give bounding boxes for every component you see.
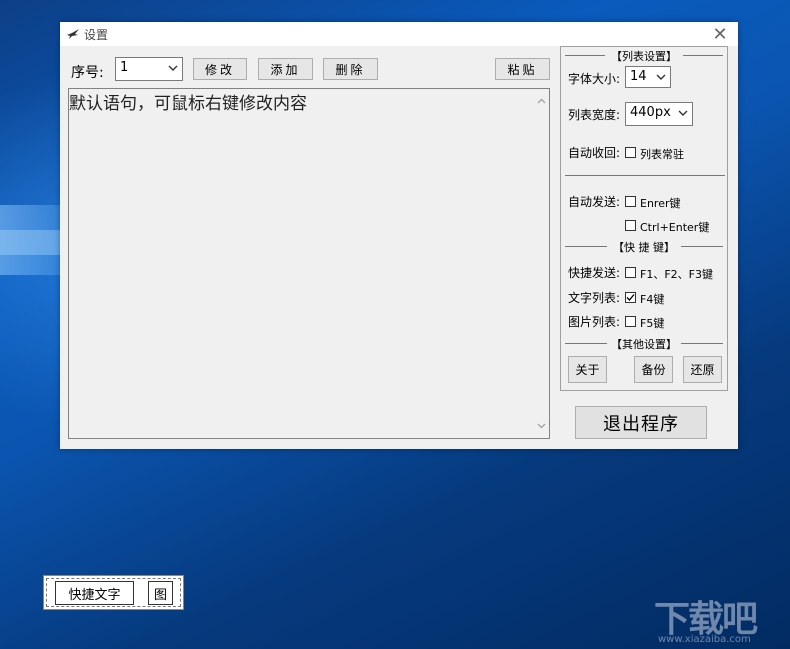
list-width-value: 440px (630, 105, 671, 120)
chevron-down-icon[interactable] (537, 418, 546, 432)
settings-panel: 【列表设置】 字体大小: 14 列表宽度: 440px 自动收回: 列表常驻 自… (560, 46, 728, 391)
hotkeys-header: 【快 捷 键】 (561, 239, 727, 254)
chevron-down-icon (656, 70, 666, 88)
auto-collapse-label: 自动收回: (568, 146, 621, 160)
ctrl-enter-checkbox[interactable] (625, 220, 636, 231)
font-size-select[interactable]: 14 (625, 66, 671, 88)
exit-button[interactable]: 退出程序 (575, 406, 707, 439)
floating-toolbar[interactable]: 快捷文字 图 (43, 575, 184, 610)
list-resident-checkbox[interactable] (625, 147, 636, 158)
enter-key-label: Enrer键 (640, 197, 681, 210)
restore-button[interactable]: 还原 (683, 356, 722, 383)
vertical-scrollbar[interactable] (533, 89, 549, 438)
close-icon[interactable]: ✕ (708, 23, 732, 45)
quick-text-button[interactable]: 快捷文字 (55, 581, 134, 605)
seq-select[interactable]: 1 (115, 57, 183, 81)
chevron-down-icon (678, 106, 688, 124)
chevron-up-icon[interactable] (537, 93, 546, 107)
font-size-label: 字体大小: (568, 72, 621, 86)
watermark-url: www.xiazaiba.com (658, 634, 751, 645)
other-settings-header: 【其他设置】 (561, 336, 727, 351)
list-settings-header: 【列表设置】 (561, 48, 727, 63)
watermark: 下载吧 www.xiazaiba.com (650, 590, 790, 649)
divider (565, 175, 725, 176)
ctrl-enter-label: Ctrl+Enter键 (640, 221, 710, 234)
enter-key-checkbox[interactable] (625, 196, 636, 207)
backup-button[interactable]: 备份 (634, 356, 673, 383)
seq-label: 序号: (71, 65, 104, 81)
auto-send-label: 自动发送: (568, 195, 621, 209)
chevron-down-icon (168, 61, 178, 79)
font-size-value: 14 (630, 69, 647, 84)
image-list-checkbox[interactable] (625, 316, 636, 327)
add-button[interactable]: 添加 (258, 58, 313, 80)
image-list-key: F5键 (640, 317, 665, 330)
app-bird-icon (66, 28, 80, 43)
list-width-label: 列表宽度: (568, 108, 621, 122)
window-title: 设置 (84, 28, 109, 42)
desktop-light-beam (0, 230, 60, 255)
settings-window: 设置 ✕ 序号: 1 修改 添加 删除 粘贴 默认语句，可鼠标右键修改内容 【列… (60, 22, 738, 449)
content-textarea[interactable]: 默认语句，可鼠标右键修改内容 (68, 88, 550, 439)
image-button[interactable]: 图 (148, 581, 173, 605)
text-list-checkbox[interactable] (625, 292, 636, 303)
title-bar[interactable]: 设置 ✕ (60, 22, 738, 46)
quick-send-checkbox[interactable] (625, 267, 636, 278)
about-button[interactable]: 关于 (568, 356, 607, 383)
quick-send-label: 快捷发送: (568, 266, 621, 280)
text-list-key: F4键 (640, 293, 665, 306)
delete-button[interactable]: 删除 (323, 58, 378, 80)
quick-send-keys: F1、F2、F3键 (640, 268, 713, 281)
editor-text: 默认语句，可鼠标右键修改内容 (69, 94, 307, 114)
text-list-label: 文字列表: (568, 291, 621, 305)
image-list-label: 图片列表: (568, 315, 621, 329)
paste-button[interactable]: 粘贴 (495, 58, 550, 80)
check-icon (626, 294, 635, 301)
list-width-select[interactable]: 440px (625, 102, 693, 126)
seq-value: 1 (120, 60, 129, 75)
list-resident-label: 列表常驻 (640, 148, 684, 161)
modify-button[interactable]: 修改 (193, 58, 247, 80)
